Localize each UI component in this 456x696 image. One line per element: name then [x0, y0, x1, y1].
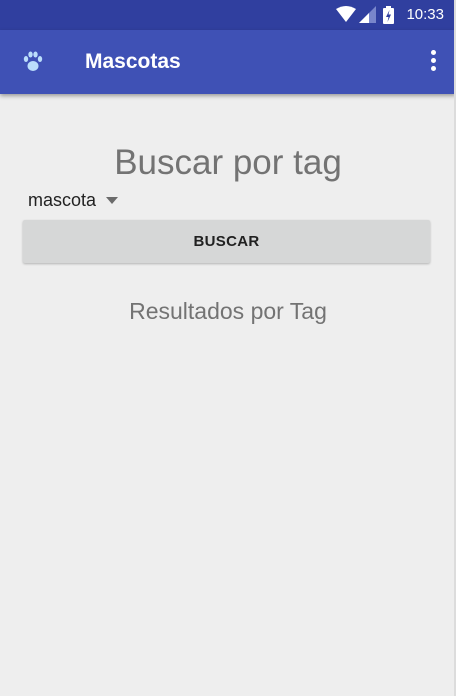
spinner-selected-value: mascota	[28, 190, 97, 210]
results-label: Resultados por Tag	[129, 298, 327, 324]
status-time: 10:33	[406, 6, 444, 23]
wifi-icon	[336, 6, 356, 22]
dropdown-arrow-icon	[106, 196, 119, 204]
paw-icon	[23, 51, 43, 71]
battery-charging-icon	[383, 6, 394, 24]
app-title: Mascotas	[85, 50, 181, 73]
app-bar: Mascotas	[0, 30, 456, 94]
more-vert-icon[interactable]	[428, 50, 438, 74]
signal-icon	[359, 6, 376, 23]
status-bar: 10:33	[0, 0, 456, 30]
search-button[interactable]: BUSCAR	[23, 220, 430, 263]
page-heading: Buscar por tag	[114, 143, 342, 182]
tag-spinner[interactable]: mascota	[28, 187, 119, 213]
screen: 10:33 Mascotas Buscar por tag mascota BU…	[0, 0, 456, 696]
